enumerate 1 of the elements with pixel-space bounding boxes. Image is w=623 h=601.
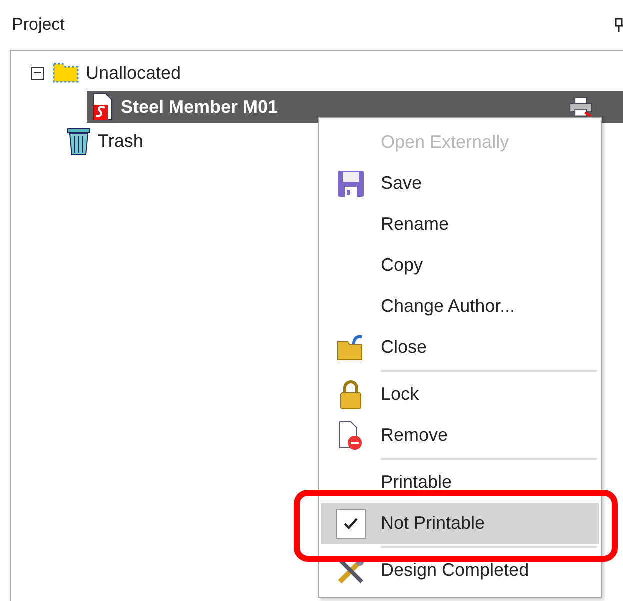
panel-title: Project bbox=[12, 15, 65, 35]
